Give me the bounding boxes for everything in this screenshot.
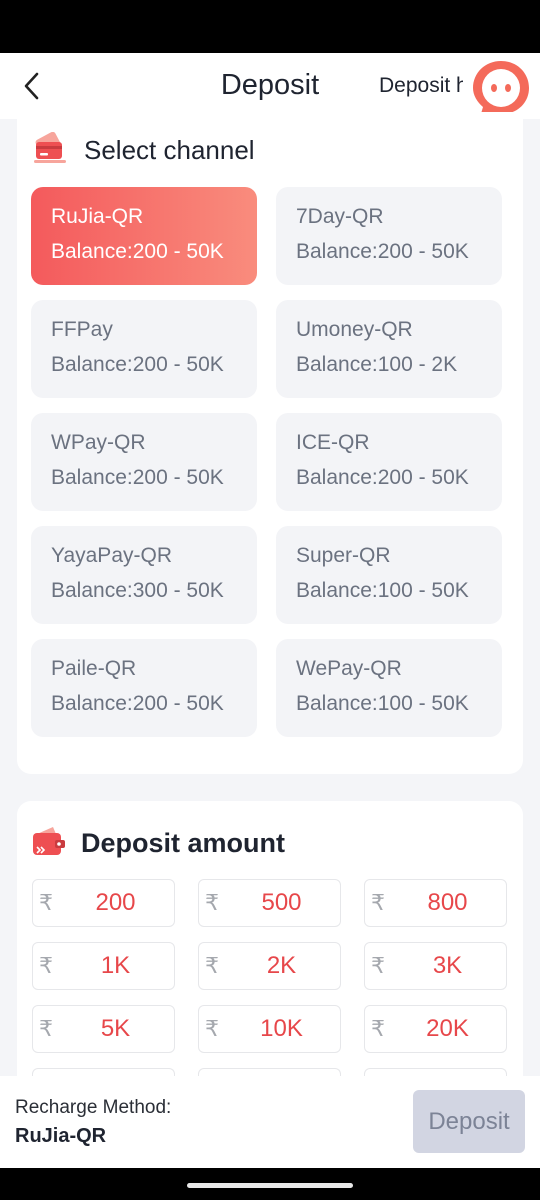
channel-option[interactable]: ICE-QR Balance:200 - 50K [276, 413, 502, 511]
channel-option[interactable]: FFPay Balance:200 - 50K [31, 300, 257, 398]
rupee-icon: ₹ [371, 890, 385, 915]
top-header: Deposit Deposit history [0, 53, 540, 119]
channel-option[interactable]: WePay-QR Balance:100 - 50K [276, 639, 502, 737]
channel-name: RuJia-QR [51, 205, 144, 228]
amount-card: Deposit amount ₹200 ₹500 ₹800 ₹1K ₹2K ₹3K ₹5K ₹… [17, 801, 523, 1101]
channel-balance: Balance:200 - 50K [51, 353, 224, 376]
channel-option[interactable]: RuJia-QR Balance:200 - 50K [31, 187, 257, 285]
channel-balance: Balance:100 - 2K [296, 353, 458, 376]
bottom-bar: Recharge Method: RuJia-QR Deposit [0, 1076, 540, 1168]
amount-option[interactable]: ₹5K [32, 1005, 175, 1053]
channel-option[interactable]: Super-QR Balance:100 - 50K [276, 526, 502, 624]
wallet-icon [31, 824, 67, 863]
deposit-button[interactable]: Deposit [413, 1090, 525, 1153]
channel-balance: Balance:100 - 50K [296, 692, 469, 715]
recharge-method-label: Recharge Method: [15, 1097, 172, 1118]
select-channel-header: Select channel [33, 130, 255, 170]
amount-value: 800 [427, 889, 468, 916]
amount-value: 3K [432, 952, 463, 979]
amount-value: 5K [100, 1015, 131, 1042]
channel-option[interactable]: YayaPay-QR Balance:300 - 50K [31, 526, 257, 624]
amount-option[interactable]: ₹2K [198, 942, 341, 990]
amount-option[interactable]: ₹200 [32, 879, 175, 927]
status-bar [0, 0, 540, 53]
amount-option[interactable]: ₹1K [32, 942, 175, 990]
rupee-icon: ₹ [205, 1016, 219, 1041]
channel-balance: Balance:200 - 50K [51, 692, 224, 715]
rupee-icon: ₹ [205, 953, 219, 978]
rupee-icon: ₹ [39, 1016, 53, 1041]
channel-balance: Balance:100 - 50K [296, 579, 469, 602]
channel-option[interactable]: Umoney-QR Balance:100 - 2K [276, 300, 502, 398]
rupee-icon: ₹ [371, 953, 385, 978]
amount-option[interactable]: ₹10K [198, 1005, 341, 1053]
chat-support-icon[interactable] [470, 58, 532, 120]
home-indicator[interactable] [187, 1183, 353, 1188]
channel-balance: Balance:200 - 50K [51, 240, 224, 263]
rupee-icon: ₹ [205, 890, 219, 915]
deposit-amount-header: Deposit amount [31, 823, 285, 863]
select-channel-label: Select channel [84, 134, 255, 165]
amount-value: 200 [95, 889, 136, 916]
amount-option[interactable]: ₹500 [198, 879, 341, 927]
deposit-history-link[interactable]: Deposit history [379, 74, 463, 98]
channel-name: Umoney-QR [296, 318, 413, 341]
rupee-icon: ₹ [39, 890, 53, 915]
channel-option[interactable]: 7Day-QR Balance:200 - 50K [276, 187, 502, 285]
channel-name: YayaPay-QR [51, 544, 172, 567]
system-nav-bar [0, 1168, 540, 1200]
channel-option[interactable]: WPay-QR Balance:200 - 50K [31, 413, 257, 511]
rupee-icon: ₹ [39, 953, 53, 978]
channel-option[interactable]: Paile-QR Balance:200 - 50K [31, 639, 257, 737]
channel-balance: Balance:200 - 50K [296, 240, 469, 263]
channel-name: ICE-QR [296, 431, 370, 454]
recharge-method-value: RuJia-QR [15, 1125, 107, 1147]
channel-balance: Balance:300 - 50K [51, 579, 224, 602]
channel-name: 7Day-QR [296, 205, 384, 228]
channel-name: Paile-QR [51, 657, 137, 680]
channel-card: Select channel RuJia-QR Balance:200 - 50K… [17, 112, 523, 774]
channel-name: Super-QR [296, 544, 391, 567]
amount-value: 500 [261, 889, 302, 916]
channel-balance: Balance:200 - 50K [296, 466, 469, 489]
rupee-icon: ₹ [371, 1016, 385, 1041]
amount-value: 1K [100, 952, 131, 979]
channel-name: FFPay [51, 318, 113, 341]
channel-balance: Balance:200 - 50K [51, 466, 224, 489]
card-icon [33, 131, 67, 169]
amount-option[interactable]: ₹800 [364, 879, 507, 927]
amount-value: 20K [426, 1015, 469, 1042]
amount-value: 10K [260, 1015, 303, 1042]
deposit-amount-label: Deposit amount [81, 827, 286, 858]
amount-option[interactable]: ₹20K [364, 1005, 507, 1053]
channel-name: WePay-QR [296, 657, 402, 680]
amount-option[interactable]: ₹3K [364, 942, 507, 990]
channel-name: WPay-QR [51, 431, 146, 454]
amount-value: 2K [266, 952, 297, 979]
